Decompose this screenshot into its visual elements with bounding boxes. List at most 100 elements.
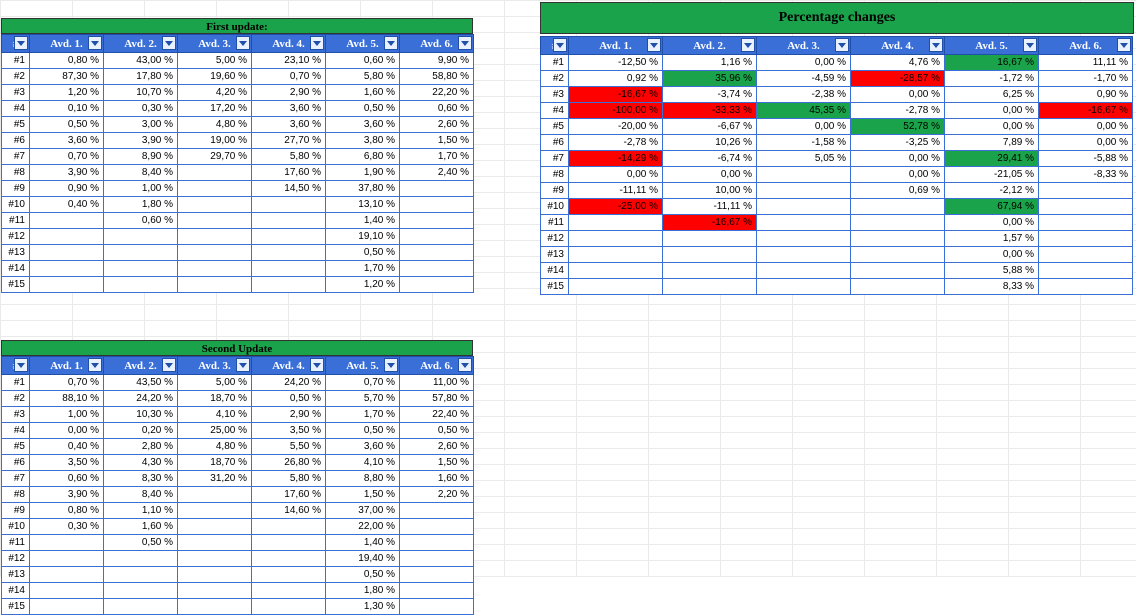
row-index[interactable]: #6 xyxy=(2,133,30,149)
cell[interactable] xyxy=(178,567,252,583)
row-index[interactable]: #15 xyxy=(2,277,30,293)
cell[interactable]: -16,67 % xyxy=(1039,103,1133,119)
filter-dropdown-icon[interactable] xyxy=(236,36,250,50)
cell[interactable]: -28,57 % xyxy=(851,71,945,87)
cell[interactable]: 5,80 % xyxy=(252,149,326,165)
cell[interactable]: 4,76 % xyxy=(851,55,945,71)
cell[interactable] xyxy=(1039,231,1133,247)
cell[interactable]: -1,72 % xyxy=(945,71,1039,87)
row-index[interactable]: #3 xyxy=(541,87,569,103)
cell[interactable] xyxy=(178,165,252,181)
col-header-index[interactable]: # xyxy=(2,35,30,53)
table-row[interactable]: #130,00 % xyxy=(541,247,1133,263)
table-row[interactable]: #63,50 %4,30 %18,70 %26,80 %4,10 %1,50 % xyxy=(2,455,474,471)
table-row[interactable]: #100,40 %1,80 %13,10 % xyxy=(2,197,474,213)
cell[interactable] xyxy=(252,229,326,245)
cell[interactable]: 0,30 % xyxy=(104,101,178,117)
cell[interactable] xyxy=(252,599,326,615)
row-index[interactable]: #13 xyxy=(541,247,569,263)
cell[interactable] xyxy=(757,215,851,231)
cell[interactable] xyxy=(178,503,252,519)
filter-dropdown-icon[interactable] xyxy=(929,38,943,52)
pct-table[interactable]: #Avd. 1.Avd. 2.Avd. 3.Avd. 4.Avd. 5.Avd.… xyxy=(540,36,1133,295)
cell[interactable] xyxy=(30,599,104,615)
cell[interactable] xyxy=(104,261,178,277)
cell[interactable]: 1,40 % xyxy=(326,213,400,229)
col-header-avd-6[interactable]: Avd. 6. xyxy=(400,357,474,375)
table-row[interactable]: #151,20 % xyxy=(2,277,474,293)
row-index[interactable]: #3 xyxy=(2,85,30,101)
cell[interactable] xyxy=(30,277,104,293)
cell[interactable]: 1,70 % xyxy=(326,261,400,277)
col-header-avd-2[interactable]: Avd. 2. xyxy=(104,357,178,375)
cell[interactable]: 0,50 % xyxy=(326,101,400,117)
row-index[interactable]: #7 xyxy=(2,149,30,165)
cell[interactable]: 1,50 % xyxy=(326,487,400,503)
col-header-avd-6[interactable]: Avd. 6. xyxy=(1039,37,1133,55)
table-row[interactable]: #141,80 % xyxy=(2,583,474,599)
cell[interactable]: 0,70 % xyxy=(326,375,400,391)
filter-dropdown-icon[interactable] xyxy=(384,358,398,372)
cell[interactable] xyxy=(104,567,178,583)
table-row[interactable]: #14 1,70 % xyxy=(2,261,474,277)
cell[interactable]: 0,92 % xyxy=(569,71,663,87)
cell[interactable]: 0,00 % xyxy=(569,167,663,183)
cell[interactable]: -16,67 % xyxy=(569,87,663,103)
cell[interactable]: 1,10 % xyxy=(104,503,178,519)
cell[interactable] xyxy=(757,263,851,279)
table-row[interactable]: #158,33 % xyxy=(541,279,1133,295)
col-header-avd-2[interactable]: Avd. 2. xyxy=(663,37,757,55)
cell[interactable]: 57,80 % xyxy=(400,391,474,407)
cell[interactable]: -3,25 % xyxy=(851,135,945,151)
cell[interactable]: 0,00 % xyxy=(945,103,1039,119)
cell[interactable]: 43,50 % xyxy=(104,375,178,391)
cell[interactable]: -11,11 % xyxy=(569,183,663,199)
row-index[interactable]: #13 xyxy=(2,245,30,261)
cell[interactable] xyxy=(252,197,326,213)
table-row[interactable]: #83,90 %8,40 %17,60 %1,90 %2,40 % xyxy=(2,165,474,181)
cell[interactable] xyxy=(178,181,252,197)
cell[interactable]: 0,70 % xyxy=(252,69,326,85)
cell[interactable]: 0,40 % xyxy=(30,197,104,213)
cell[interactable]: 0,60 % xyxy=(30,471,104,487)
col-header-avd-5[interactable]: Avd. 5. xyxy=(326,35,400,53)
cell[interactable]: 52,78 % xyxy=(851,119,945,135)
table-row[interactable]: #10,70 %43,50 %5,00 %24,20 %0,70 %11,00 … xyxy=(2,375,474,391)
cell[interactable]: 3,50 % xyxy=(252,423,326,439)
cell[interactable]: 1,60 % xyxy=(400,471,474,487)
table-row[interactable]: #1-12,50 %1,16 %0,00 %4,76 %16,67 %11,11… xyxy=(541,55,1133,71)
row-index[interactable]: #10 xyxy=(2,197,30,213)
cell[interactable] xyxy=(30,261,104,277)
table-row[interactable]: #90,90 %1,00 %14,50 %37,80 % xyxy=(2,181,474,197)
cell[interactable]: 0,60 % xyxy=(400,101,474,117)
cell[interactable]: -12,50 % xyxy=(569,55,663,71)
cell[interactable] xyxy=(178,261,252,277)
table-row[interactable]: #110,60 %1,40 % xyxy=(2,213,474,229)
row-index[interactable]: #8 xyxy=(2,487,30,503)
cell[interactable]: -2,78 % xyxy=(569,135,663,151)
cell[interactable] xyxy=(178,599,252,615)
filter-dropdown-icon[interactable] xyxy=(310,36,324,50)
cell[interactable] xyxy=(30,245,104,261)
cell[interactable] xyxy=(569,215,663,231)
cell[interactable]: 0,70 % xyxy=(30,149,104,165)
filter-dropdown-icon[interactable] xyxy=(236,358,250,372)
cell[interactable]: 18,70 % xyxy=(178,455,252,471)
cell[interactable]: 0,00 % xyxy=(757,119,851,135)
cell[interactable]: -1,70 % xyxy=(1039,71,1133,87)
cell[interactable]: 2,60 % xyxy=(400,117,474,133)
table-row[interactable]: #145,88 % xyxy=(541,263,1133,279)
cell[interactable] xyxy=(252,261,326,277)
row-index[interactable]: #14 xyxy=(2,261,30,277)
cell[interactable]: 5,70 % xyxy=(326,391,400,407)
cell[interactable] xyxy=(757,199,851,215)
table-row[interactable]: #20,92 %35,96 %-4,59 %-28,57 %-1,72 %-1,… xyxy=(541,71,1133,87)
cell[interactable] xyxy=(400,245,474,261)
cell[interactable]: -14,29 % xyxy=(569,151,663,167)
cell[interactable]: 0,50 % xyxy=(326,245,400,261)
cell[interactable]: 0,10 % xyxy=(30,101,104,117)
row-index[interactable]: #7 xyxy=(541,151,569,167)
cell[interactable] xyxy=(400,535,474,551)
cell[interactable] xyxy=(252,277,326,293)
cell[interactable]: 1,70 % xyxy=(326,407,400,423)
